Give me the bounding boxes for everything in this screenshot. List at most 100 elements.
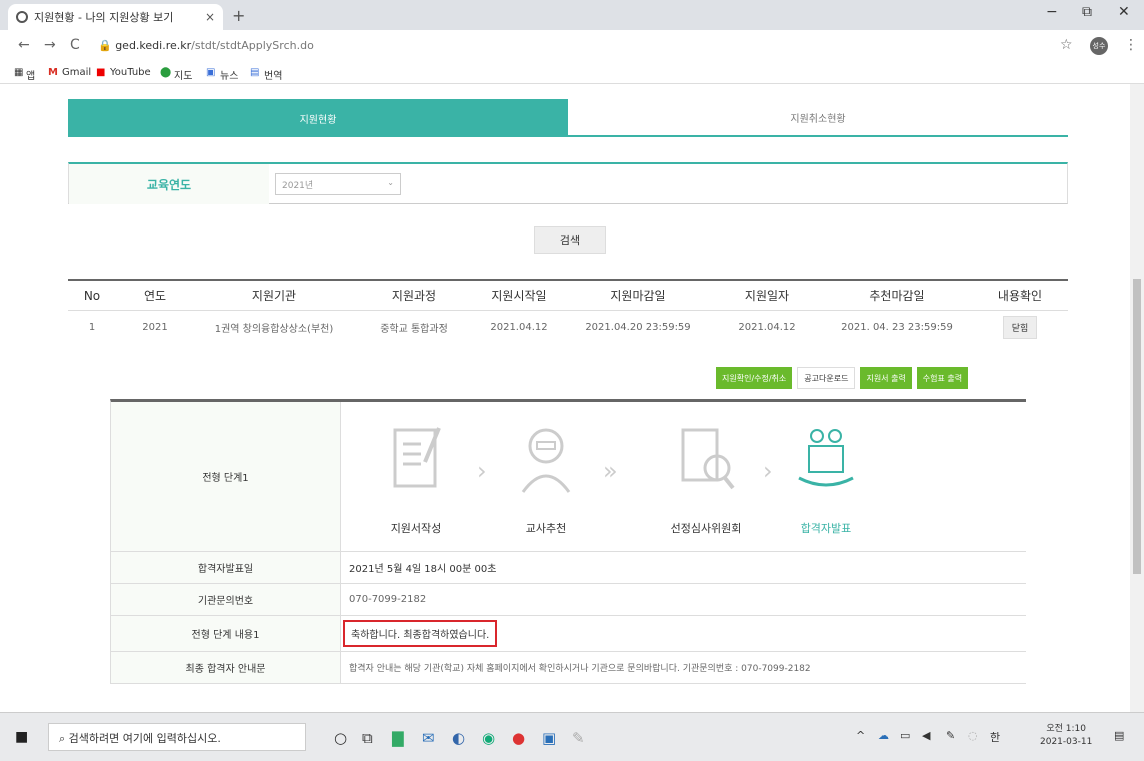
volume-icon[interactable]: ◀ [922, 729, 930, 742]
notice-download-button[interactable]: 공고다운로드 [797, 367, 856, 389]
browser-menu-button[interactable]: ⋮ [1124, 37, 1138, 53]
stage-step: 선정심사위원회 [641, 422, 771, 536]
youtube-icon: ■ [96, 67, 106, 78]
url-path: /stdt/stdtApplySrch.do [191, 39, 314, 52]
news-icon: ▣ [206, 67, 216, 78]
page-content: 지원현황 지원취소현황 교육연도 2021년 ⌄ 검색 No 연도 지원기관 지… [0, 84, 1130, 712]
word-icon[interactable]: ▣ [542, 729, 556, 747]
apps-icon[interactable]: ▦ [14, 67, 23, 78]
vertical-scrollbar[interactable] [1130, 84, 1144, 712]
pen-app-icon[interactable]: ✎ [572, 729, 585, 747]
cell-apply-date: 2021.04.12 [738, 321, 796, 333]
tab-close-button[interactable]: × [205, 10, 215, 24]
chevron-down-icon: ⌄ [387, 178, 394, 187]
contact-label: 기관문의번호 [111, 584, 341, 615]
ime-mode-icon[interactable]: ◌ [968, 729, 978, 742]
tab-apply-status[interactable]: 지원현황 [68, 99, 568, 137]
document-quill-icon [393, 427, 441, 488]
address-bar: ← → C 🔒 ged.kedi.re.kr/stdt/stdtApplySrc… [0, 30, 1144, 62]
url-field[interactable]: 🔒 ged.kedi.re.kr/stdt/stdtApplySrch.do [98, 39, 314, 52]
scrollbar-thumb[interactable] [1133, 279, 1141, 574]
detail-row: 전형 단계 내용1 축하합니다. 최종합격하였습니다. [111, 616, 1026, 652]
final-notice-label: 최종 합격자 안내문 [111, 652, 341, 683]
search-button[interactable]: 검색 [534, 226, 606, 254]
col-header: 내용확인 [997, 289, 1043, 303]
stage-content-label: 전형 단계 내용1 [111, 616, 341, 651]
col-header: 연도 [143, 289, 167, 303]
year-filter: 교육연도 2021년 ⌄ [68, 162, 1068, 204]
bookmark-star-icon[interactable]: ☆ [1060, 37, 1073, 53]
stage-label: 전형 단계1 [111, 402, 341, 551]
profile-avatar[interactable]: 성수 [1090, 37, 1108, 55]
cell-institution: 1권역 창의융합상상소(부천) [214, 323, 334, 335]
gmail-icon: M [48, 67, 58, 78]
announce-date-label: 합격자발표일 [111, 552, 341, 583]
ime-hangul-indicator[interactable]: 한 [990, 729, 1000, 745]
print-exam-ticket-button[interactable]: 수험표 출력 [916, 367, 969, 389]
year-select[interactable]: 2021년 ⌄ [275, 173, 401, 195]
bookmark-news[interactable]: 뉴스 [220, 67, 238, 82]
url-domain: ged.kedi.re.kr [115, 39, 192, 52]
mail-icon[interactable]: ✉ [422, 729, 435, 747]
back-button[interactable]: ← [18, 37, 30, 53]
review-magnifier-icon [681, 428, 735, 490]
final-notice-value: 합격자 안내는 해당 기관(학교) 자체 홈페이지에서 확인하시거나 기관으로 … [349, 664, 811, 674]
bookmark-maps[interactable]: 지도 [174, 67, 192, 82]
tab-title: 지원현황 - 나의 지원상황 보기 [34, 11, 174, 24]
close-window-button[interactable]: ✕ [1118, 4, 1130, 20]
edge-icon[interactable]: ◉ [482, 729, 495, 747]
chevron-right-icon: › [763, 457, 773, 485]
confirm-edit-cancel-button[interactable]: 지원확인/수정/취소 [716, 367, 793, 389]
cell-course: 중학교 통합과정 [380, 323, 448, 335]
tab-cancel-status[interactable]: 지원취소현황 [568, 99, 1068, 137]
notification-icon[interactable]: ▤ [1114, 729, 1124, 742]
forward-button[interactable]: → [44, 37, 56, 53]
cell-no: 1 [88, 321, 96, 333]
cell-recommend-deadline: 2021. 04. 23 23:59:59 [841, 321, 953, 333]
cell-start-date: 2021.04.12 [490, 321, 548, 333]
col-header: 추천마감일 [869, 289, 925, 303]
col-header: 지원기관 [251, 289, 297, 303]
cell-year: 2021 [142, 321, 168, 333]
cortana-icon[interactable]: ○ [334, 729, 347, 747]
stage-name: 지원서작성 [390, 522, 442, 535]
windows-start-icon[interactable]: ■ [15, 729, 28, 745]
minimize-button[interactable]: − [1046, 4, 1058, 20]
system-clock[interactable]: 오전 1:10 2021-03-11 [1040, 723, 1092, 749]
reload-button[interactable]: C [70, 37, 80, 53]
edge-legacy-icon[interactable]: ◐ [452, 729, 465, 747]
windows-taskbar: ■ ⌕ 검색하려면 여기에 입력하십시오. ○ ⧉ ▇ ✉ ◐ ◉ ● ▣ ✎ … [0, 712, 1144, 761]
lock-icon: 🔒 [98, 39, 116, 52]
close-detail-button[interactable]: 닫힘 [1002, 315, 1038, 339]
table-row: 1 2021 1권역 창의융합상상소(부천) 중학교 통합과정 2021.04.… [68, 311, 1068, 343]
table-header: No 연도 지원기관 지원과정 지원시작일 지원마감일 지원일자 추천마감일 내… [68, 281, 1068, 311]
bookmark-youtube[interactable]: YouTube [110, 67, 151, 78]
cell-content-check: 닫힘 [972, 315, 1068, 339]
browser-tab-strip: 지원현황 - 나의 지원상황 보기 × + − ⧉ ✕ [0, 0, 1144, 30]
store-icon[interactable]: ▇ [392, 729, 404, 747]
network-icon[interactable]: ✎ [946, 729, 955, 742]
translate-icon: ▤ [250, 67, 260, 78]
search-icon: ⌕ [59, 732, 69, 745]
bookmark-apps[interactable]: 앱 [26, 67, 35, 82]
restore-button[interactable]: ⧉ [1082, 4, 1092, 20]
stage-step: 합격자발표 [781, 422, 871, 536]
task-view-icon[interactable]: ⧉ [362, 729, 373, 747]
new-tab-button[interactable]: + [232, 6, 245, 25]
browser-tab[interactable]: 지원현황 - 나의 지원상황 보기 × [8, 4, 223, 30]
battery-icon[interactable]: ▭ [900, 729, 910, 742]
col-header: 지원과정 [391, 289, 437, 303]
print-application-button[interactable]: 지원서 출력 [860, 367, 912, 389]
chevron-right-icon: › [477, 457, 487, 485]
year-label: 교육연도 [69, 164, 269, 204]
detail-row: 최종 합격자 안내문 합격자 안내는 해당 기관(학교) 자체 홈페이지에서 확… [111, 652, 1026, 684]
stage-step: 지원서작성 [371, 422, 461, 536]
tray-chevron-up-icon[interactable]: ^ [856, 729, 865, 742]
double-chevron-right-icon: » [603, 457, 618, 485]
chrome-icon[interactable]: ● [512, 729, 525, 747]
bookmark-gmail[interactable]: Gmail [62, 67, 91, 78]
onedrive-icon[interactable]: ☁ [878, 729, 889, 742]
taskbar-search-input[interactable]: ⌕ 검색하려면 여기에 입력하십시오. [48, 723, 306, 751]
bookmark-translate[interactable]: 번역 [264, 67, 282, 82]
search-placeholder: 검색하려면 여기에 입력하십시오. [68, 732, 221, 745]
